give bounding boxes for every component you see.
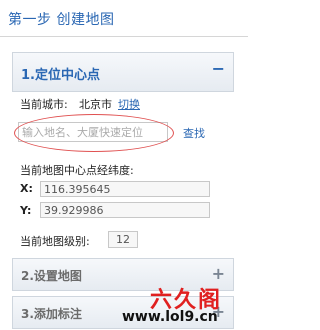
zoom-level-label: 当前地图级别:: [20, 235, 90, 248]
x-coordinate-label: X:: [20, 182, 33, 195]
collapse-icon[interactable]: −: [212, 59, 225, 78]
switch-city-link[interactable]: 切换: [118, 96, 140, 112]
page-title: 第一步 创建地图: [8, 12, 115, 28]
y-coordinate-field[interactable]: [40, 202, 210, 218]
panel-markers-title: 3.添加标注: [21, 307, 82, 321]
search-button[interactable]: 查找: [179, 125, 209, 141]
x-coordinate-field[interactable]: [40, 181, 210, 197]
panel-settings-title: 2.设置地图: [21, 269, 82, 283]
panel-locate-header[interactable]: 1.定位中心点 −: [13, 53, 233, 91]
current-city-value: 北京市: [79, 98, 112, 111]
panel-locate-title: 1.定位中心点: [21, 68, 100, 83]
location-search-input[interactable]: [18, 122, 168, 142]
expand-icon[interactable]: +: [212, 264, 225, 283]
current-city-label: 当前城市:: [20, 98, 68, 111]
panel-locate-center: 1.定位中心点 −: [12, 52, 234, 92]
center-coordinates-label: 当前地图中心点经纬度:: [20, 164, 134, 177]
title-divider: [0, 36, 248, 37]
watermark-url: www.lol9.cn: [122, 309, 218, 325]
y-coordinate-label: Y:: [20, 204, 32, 217]
zoom-level-field[interactable]: [108, 231, 138, 248]
